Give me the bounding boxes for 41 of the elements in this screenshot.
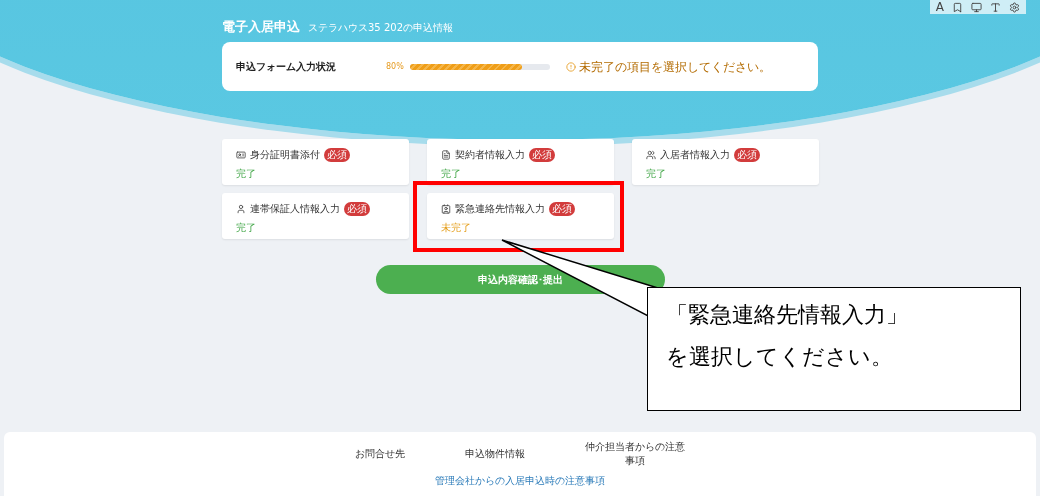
required-badge: 必須: [529, 148, 555, 162]
callout-text: を選択してください。: [666, 343, 894, 371]
footer-link[interactable]: お問合せ先: [355, 447, 405, 461]
section-label: 緊急連絡先情報入力: [455, 202, 545, 216]
bookmark-icon[interactable]: [952, 1, 963, 13]
document-icon: [441, 150, 451, 160]
footer-link[interactable]: 仲介担当者からの注意事項: [585, 440, 685, 468]
alert-icon: [566, 61, 576, 72]
section-card[interactable]: 入居者情報入力 必須 完了: [632, 139, 819, 185]
progress-percent: 80%: [386, 62, 405, 71]
section-card[interactable]: 緊急連絡先情報入力 必須 未完了: [427, 193, 614, 239]
user-icon: [236, 204, 246, 214]
section-label: 契約者情報入力: [455, 148, 525, 162]
monitor-icon[interactable]: [971, 1, 982, 13]
section-card[interactable]: 身分証明書添付 必須 完了: [222, 139, 409, 185]
footer-link[interactable]: 申込物件情報: [465, 447, 525, 461]
page-subtitle: ステラハウス35 202の申込情報: [308, 21, 453, 35]
font-size-button[interactable]: A: [935, 0, 944, 14]
notice-link[interactable]: 管理会社からの入居申込時の注意事項: [435, 474, 605, 488]
section-status: 完了: [646, 167, 666, 181]
section-status: 完了: [236, 167, 256, 181]
id-card-icon: [236, 150, 246, 160]
required-badge: 必須: [324, 148, 350, 162]
section-card[interactable]: 連帯保証人情報入力 必須 完了: [222, 193, 409, 239]
contact-icon: [441, 204, 451, 214]
text-icon[interactable]: [990, 1, 1001, 13]
required-badge: 必須: [549, 202, 575, 216]
required-badge: 必須: [734, 148, 760, 162]
section-status: 完了: [236, 221, 256, 235]
section-label: 連帯保証人情報入力: [250, 202, 340, 216]
callout-text: 「緊急連絡先情報入力」: [666, 301, 909, 329]
progress-hint: 未完了の項目を選択してください。: [579, 59, 771, 74]
section-status: 未完了: [441, 221, 471, 235]
section-status: 完了: [441, 167, 461, 181]
progress-label: 申込フォーム入力状況: [236, 59, 337, 74]
settings-icon[interactable]: [1009, 1, 1020, 13]
section-label: 入居者情報入力: [660, 148, 730, 162]
section-label: 身分証明書添付: [250, 148, 320, 162]
required-badge: 必須: [344, 202, 370, 216]
users-icon: [646, 150, 656, 160]
page-title: 電子入居申込: [222, 18, 300, 36]
